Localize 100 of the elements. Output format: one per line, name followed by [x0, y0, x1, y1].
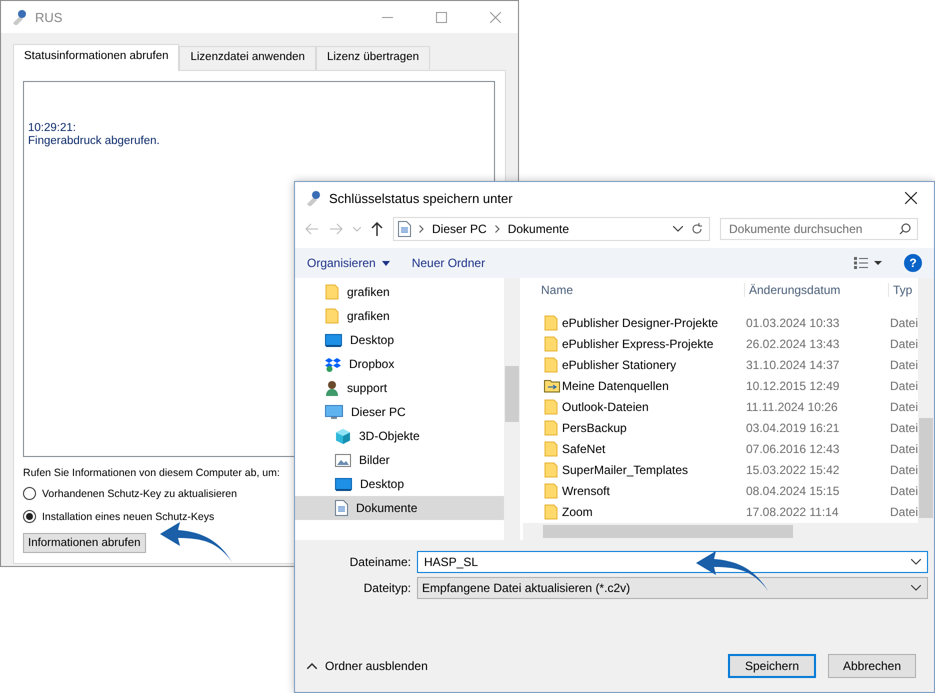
document-icon — [335, 500, 348, 516]
window-title: RUS — [35, 10, 64, 24]
file-name: ePublisher Stationery — [562, 358, 678, 372]
folder-icon — [544, 336, 558, 352]
search-box[interactable]: Dokumente durchsuchen — [720, 218, 918, 240]
field-label: Dateiname: — [348, 555, 411, 569]
folder-icon — [325, 308, 339, 324]
cancel-button[interactable]: Abbrechen — [828, 654, 916, 678]
file-name: PersBackup — [562, 420, 628, 434]
chevron-icon[interactable] — [911, 559, 921, 565]
file-row[interactable]: ePublisher Stationery 31.10.2024 14:37 Datei — [523, 354, 918, 375]
folder-icon — [544, 314, 558, 330]
folder-icon — [544, 482, 558, 498]
view-options-icon[interactable] — [854, 257, 882, 269]
file-type: Datei — [889, 400, 918, 414]
folder-icon — [544, 440, 558, 456]
monitor-icon — [335, 478, 352, 490]
file-name: SafeNet — [562, 442, 606, 456]
breadcrumb-item[interactable]: Dieser PC — [432, 222, 487, 236]
help-button[interactable]: ? — [904, 254, 922, 272]
nav-item[interactable]: Dropbox — [295, 352, 504, 376]
file-date: 26.02.2024 13:43 — [745, 336, 840, 350]
fetch-info-button[interactable]: Informationen abrufen — [23, 533, 146, 553]
scrollbar[interactable] — [523, 523, 918, 540]
folder-icon — [544, 398, 558, 414]
nav-item[interactable]: Dieser PC — [295, 400, 504, 424]
nav-item[interactable]: 3D-Objekte — [295, 424, 504, 448]
person-icon — [325, 380, 339, 396]
folder-icon — [544, 504, 558, 520]
address-bar[interactable]: Dieser PC Dokumente — [393, 217, 710, 241]
filetype-dropdown[interactable]: Empfangene Datei aktualisieren (*.c2v) — [417, 577, 928, 599]
radio-label[interactable]: Installation eines neuen Schutz-Keys — [42, 510, 214, 522]
file-date: 03.04.2019 16:21 — [745, 420, 840, 434]
file-date: 17.08.2022 11:14 — [745, 504, 840, 518]
scrollbar[interactable] — [918, 278, 934, 540]
file-date: 01.03.2024 10:33 — [745, 316, 840, 330]
up-arrow-icon[interactable] — [371, 222, 383, 236]
folder-icon — [544, 420, 558, 436]
tab[interactable]: Lizenzdatei anwenden — [179, 46, 316, 70]
key-icon — [11, 9, 27, 25]
file-row[interactable]: PersBackup 03.04.2019 16:21 Datei — [523, 417, 918, 438]
chevron-right-icon — [494, 225, 500, 233]
file-row[interactable]: Wrensoft 08.04.2024 15:15 Datei — [523, 480, 918, 501]
radio-button[interactable] — [23, 487, 36, 500]
document-icon — [398, 221, 411, 237]
file-name: ePublisher Express-Projekte — [562, 336, 714, 350]
file-type: Datei — [889, 504, 918, 518]
file-type: Datei — [889, 462, 918, 476]
minimize-icon[interactable] — [382, 16, 392, 18]
file-row[interactable]: Outlook-Dateien 11.11.2024 10:26 Datei — [523, 396, 918, 417]
field-label: Dateityp: — [362, 581, 411, 595]
file-date: 08.04.2024 15:15 — [745, 484, 840, 498]
file-type: Datei — [889, 420, 918, 434]
radio-label[interactable]: Vorhandenen Schutz-Key zu aktualisieren — [42, 488, 237, 500]
dropdown-arrow-icon — [382, 260, 390, 266]
file-row[interactable]: Zoom 17.08.2022 11:14 Datei — [523, 501, 918, 522]
tab[interactable]: Lizenz übertragen — [316, 46, 430, 70]
log-line: 10:29:21: — [28, 122, 77, 135]
search-icon — [899, 223, 911, 235]
nav-item[interactable]: support — [295, 376, 504, 400]
maximize-icon[interactable] — [436, 12, 446, 22]
nav-item[interactable]: grafiken — [295, 280, 504, 304]
save-button[interactable]: Speichern — [728, 654, 816, 678]
dialog-title: Schlüsselstatus speichern unter — [329, 190, 514, 206]
nav-item[interactable]: grafiken — [295, 304, 504, 328]
file-row[interactable]: SafeNet 07.06.2016 12:43 Datei — [523, 438, 918, 459]
dropbox-icon — [325, 356, 341, 372]
tab[interactable]: Statusinformationen abrufen — [13, 44, 180, 71]
nav-item[interactable]: Desktop — [295, 472, 504, 496]
column-header[interactable]: Name — [541, 283, 744, 297]
file-type: Datei — [889, 336, 918, 350]
picture-icon — [335, 454, 351, 466]
radio-button[interactable] — [23, 510, 36, 523]
file-date: 10.12.2015 12:49 — [745, 378, 840, 392]
file-row[interactable]: SuperMailer_Templates 15.03.2022 15:42 Datei — [523, 459, 918, 480]
nav-item[interactable]: Desktop — [295, 328, 504, 352]
organize-menu[interactable]: Organisieren — [307, 256, 390, 270]
folder-icon — [544, 356, 558, 372]
column-header[interactable]: Änderungsdatum — [744, 283, 888, 297]
file-type: Datei — [889, 358, 918, 372]
nav-item[interactable]: Bilder — [295, 448, 504, 472]
file-row[interactable]: ePublisher Designer-Projekte 01.03.2024 10:33 Datei — [523, 312, 918, 333]
file-row[interactable]: Meine Datenquellen 10.12.2015 12:49 Datei — [523, 375, 918, 396]
refresh-icon[interactable] — [691, 223, 703, 235]
file-date: 15.03.2022 15:42 — [745, 462, 840, 476]
close-icon[interactable] — [905, 192, 917, 204]
file-type: Datei — [889, 484, 918, 498]
breadcrumb-item[interactable]: Dokumente — [508, 222, 570, 236]
scrollbar[interactable] — [504, 278, 520, 540]
nav-item[interactable]: Dokumente — [295, 496, 504, 520]
file-type: Datei — [889, 316, 918, 330]
folder-icon — [544, 462, 558, 478]
folder-icon — [325, 284, 339, 300]
chevron-icon[interactable] — [911, 585, 921, 591]
chevron-icon[interactable] — [673, 226, 683, 232]
file-row[interactable]: ePublisher Express-Projekte 26.02.2024 13:43 Datei — [523, 333, 918, 354]
hide-folders-button[interactable]: Ordner ausblenden — [307, 659, 428, 673]
new-folder-button[interactable]: Neuer Ordner — [412, 256, 486, 270]
file-date: 11.11.2024 10:26 — [745, 400, 839, 414]
folder-link-icon — [544, 378, 560, 393]
